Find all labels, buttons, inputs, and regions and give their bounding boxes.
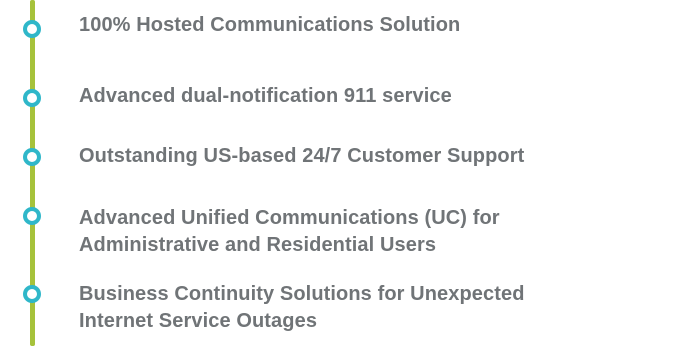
feature-text-line: 100% Hosted Communications Solution <box>79 14 461 36</box>
circle-bullet-icon <box>23 148 41 166</box>
circle-bullet-icon <box>23 89 41 107</box>
feature-list: 100% Hosted Communications Solution Adva… <box>0 0 679 346</box>
feature-text-line: Internet Service Outages <box>79 310 318 332</box>
feature-text-line: Advanced dual-notification 911 service <box>79 85 452 107</box>
circle-bullet-icon <box>23 20 41 38</box>
feature-text-line: Advanced Unified Communications (UC) for <box>79 207 500 229</box>
feature-text-line: Outstanding US-based 24/7 Customer Suppo… <box>79 145 525 167</box>
circle-bullet-icon <box>23 207 41 225</box>
feature-text: Advanced Unified Communications (UC) for… <box>79 205 671 259</box>
feature-text: Advanced dual-notification 911 service <box>79 83 671 110</box>
feature-text: 100% Hosted Communications Solution <box>79 12 671 39</box>
feature-text-line: Administrative and Residential Users <box>79 234 437 256</box>
circle-bullet-icon <box>23 285 41 303</box>
feature-text: Business Continuity Solutions for Unexpe… <box>79 281 671 335</box>
feature-text: Outstanding US-based 24/7 Customer Suppo… <box>79 143 671 170</box>
feature-text-line: Business Continuity Solutions for Unexpe… <box>79 283 525 305</box>
